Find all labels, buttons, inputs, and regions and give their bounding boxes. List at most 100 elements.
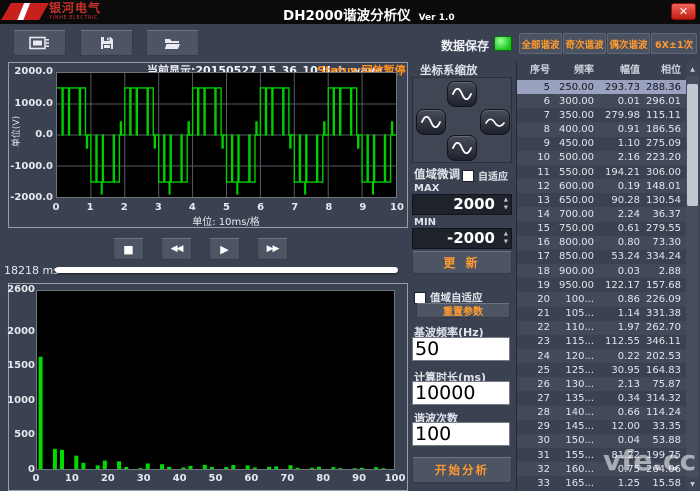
play-icon: ▶ <box>220 242 229 256</box>
index-cell: 5 <box>543 81 550 93</box>
table-row[interactable]: 5 250.00 293.73 288.36 <box>517 80 686 95</box>
table-row[interactable]: 31 155... 81.22 199.75 <box>517 448 686 462</box>
table-row[interactable]: 16 800.00 0.80 73.30 <box>517 235 686 250</box>
yinhe-logo: 银河电气 YINHE ELECTRIC <box>1 2 101 21</box>
table-row[interactable]: 29 145... 12.00 33.35 <box>517 420 686 434</box>
table-row[interactable]: 33 165... 1.25 15.58 <box>517 476 686 490</box>
stop-button[interactable]: ■ <box>113 238 144 260</box>
adaptive-checkbox[interactable] <box>462 169 474 182</box>
zoom-down-button[interactable] <box>447 135 477 161</box>
calc-duration-input[interactable] <box>412 381 510 405</box>
table-row[interactable]: 26 130... 2.13 75.87 <box>517 377 686 392</box>
close-button[interactable]: ✕ <box>671 3 696 20</box>
fast-forward-button[interactable]: ▶▶ <box>257 238 288 260</box>
table-scrollbar[interactable]: ▲ ▼ <box>686 62 699 491</box>
spin-up-icon[interactable]: ▲ <box>504 230 508 238</box>
reset-params-button[interactable]: 重置参数 <box>416 303 510 318</box>
sine-wave-icon <box>421 116 441 128</box>
frequency-cell: 300.00 <box>559 95 594 107</box>
spin-up-icon[interactable]: ▲ <box>504 196 508 204</box>
axis-tick: 9 <box>359 202 367 213</box>
phase-cell: 226.09 <box>646 293 681 305</box>
table-row[interactable]: 30 150... 0.04 53.88 <box>517 433 686 449</box>
tab-all-harmonics[interactable]: 全部谐波 <box>519 33 562 54</box>
table-row[interactable]: 6 300.00 0.01 296.01 <box>517 94 686 109</box>
frequency-cell: 150... <box>565 435 594 447</box>
table-row[interactable]: 27 135... 0.34 314.32 <box>517 391 686 405</box>
tab-6x1-harmonics[interactable]: 6X±1次 <box>651 33 697 54</box>
zoom-up-button[interactable] <box>447 81 477 107</box>
table-row[interactable]: 9 450.00 1.10 275.09 <box>517 137 686 151</box>
max-spinner[interactable]: 2000 ▲ ▼ <box>412 194 512 215</box>
table-row[interactable]: 15 750.00 0.61 279.55 <box>517 222 686 236</box>
table-row[interactable]: 19 950.00 122.17 157.68 <box>517 278 686 292</box>
table-row[interactable]: 17 850.00 53.24 334.24 <box>517 250 686 264</box>
min-spinner[interactable]: -2000 ▲ ▼ <box>412 228 512 249</box>
zoom-right-button[interactable] <box>480 109 510 135</box>
axis-tick: 20 <box>100 473 115 484</box>
range-auto-checkbox[interactable] <box>414 291 426 304</box>
rewind-button[interactable]: ◀◀ <box>161 238 192 260</box>
play-button[interactable]: ▶ <box>209 238 240 260</box>
index-cell: 10 <box>537 152 550 164</box>
table-row[interactable]: 8 400.00 0.91 186.56 <box>517 122 686 137</box>
column-header-phase[interactable]: 相位 <box>645 62 686 80</box>
amplitude-cell: 122.17 <box>605 279 640 291</box>
table-row[interactable]: 24 120... 0.22 202.53 <box>517 348 686 364</box>
fundamental-freq-input[interactable] <box>412 337 510 361</box>
zoom-left-button[interactable] <box>416 109 446 135</box>
table-row[interactable]: 32 160... 0.75 264.06 <box>517 462 686 477</box>
playback-progress-slider[interactable] <box>55 267 398 273</box>
table-row[interactable]: 18 900.00 0.03 2.88 <box>517 264 686 279</box>
table-row[interactable]: 22 110... 1.97 262.70 <box>517 320 686 335</box>
device-capture-button[interactable] <box>13 30 66 56</box>
index-cell: 8 <box>543 124 550 136</box>
save-button[interactable] <box>80 30 133 56</box>
amplitude-cell: 0.61 <box>617 223 640 235</box>
frequency-cell: 750.00 <box>559 223 594 235</box>
frequency-cell: 155... <box>565 449 594 461</box>
frequency-cell: 500.00 <box>559 152 594 164</box>
harmonic-order-input[interactable] <box>412 422 510 446</box>
table-row[interactable]: 11 550.00 194.21 306.00 <box>517 165 686 179</box>
logo-subtitle: YINHE ELECTRIC <box>49 15 99 21</box>
spectrum-svg <box>38 356 386 469</box>
table-row[interactable]: 14 700.00 2.24 36.37 <box>517 207 686 222</box>
table-row[interactable]: 12 600.00 0.19 148.01 <box>517 179 686 194</box>
spin-down-icon[interactable]: ▼ <box>504 238 508 246</box>
spin-down-icon[interactable]: ▼ <box>504 204 508 212</box>
table-row[interactable]: 28 140... 0.66 114.24 <box>517 405 686 420</box>
open-file-button[interactable] <box>146 30 199 56</box>
min-value: -2000 <box>447 229 495 247</box>
table-row[interactable]: 10 500.00 2.16 223.20 <box>517 150 686 165</box>
axis-tick: 1 <box>86 202 94 213</box>
table-row[interactable]: 21 105... 1.14 331.38 <box>517 307 686 321</box>
phase-cell: 275.09 <box>646 138 681 150</box>
column-header-index[interactable]: 序号 <box>517 62 555 80</box>
scroll-up-button[interactable]: ▲ <box>686 62 699 76</box>
phase-cell: 130.54 <box>646 194 681 206</box>
table-row[interactable]: 20 100... 0.86 226.09 <box>517 292 686 307</box>
update-button[interactable]: 更 新 <box>412 251 512 274</box>
scroll-down-button[interactable]: ▼ <box>686 477 699 491</box>
frequency-cell: 700.00 <box>559 208 594 220</box>
phase-cell: 114.24 <box>646 407 681 419</box>
axis-tick: 50 <box>208 473 223 484</box>
amplitude-cell: 293.73 <box>605 81 640 93</box>
tab-odd-harmonics[interactable]: 奇次谐波 <box>563 33 606 54</box>
scrollbar-thumb[interactable] <box>687 84 698 206</box>
table-row[interactable]: 25 125... 30.95 164.83 <box>517 363 686 377</box>
frequency-cell: 350.00 <box>559 109 594 121</box>
start-analysis-button[interactable]: 开始分析 <box>412 457 512 483</box>
table-row[interactable]: 23 115... 112.55 346.11 <box>517 335 686 349</box>
table-row[interactable]: 7 350.00 279.98 115.11 <box>517 108 686 122</box>
axis-tick: 0 <box>32 473 40 484</box>
phase-cell: 279.55 <box>646 223 681 235</box>
tab-even-harmonics[interactable]: 偶次谐波 <box>607 33 650 54</box>
column-header-frequency[interactable]: 频率 <box>555 62 599 80</box>
phase-cell: 202.53 <box>646 350 681 362</box>
table-row[interactable]: 13 650.00 90.28 130.54 <box>517 193 686 207</box>
amplitude-cell: 0.34 <box>617 393 640 405</box>
column-header-amplitude[interactable]: 幅值 <box>599 62 645 80</box>
amplitude-cell: 12.00 <box>611 421 640 433</box>
